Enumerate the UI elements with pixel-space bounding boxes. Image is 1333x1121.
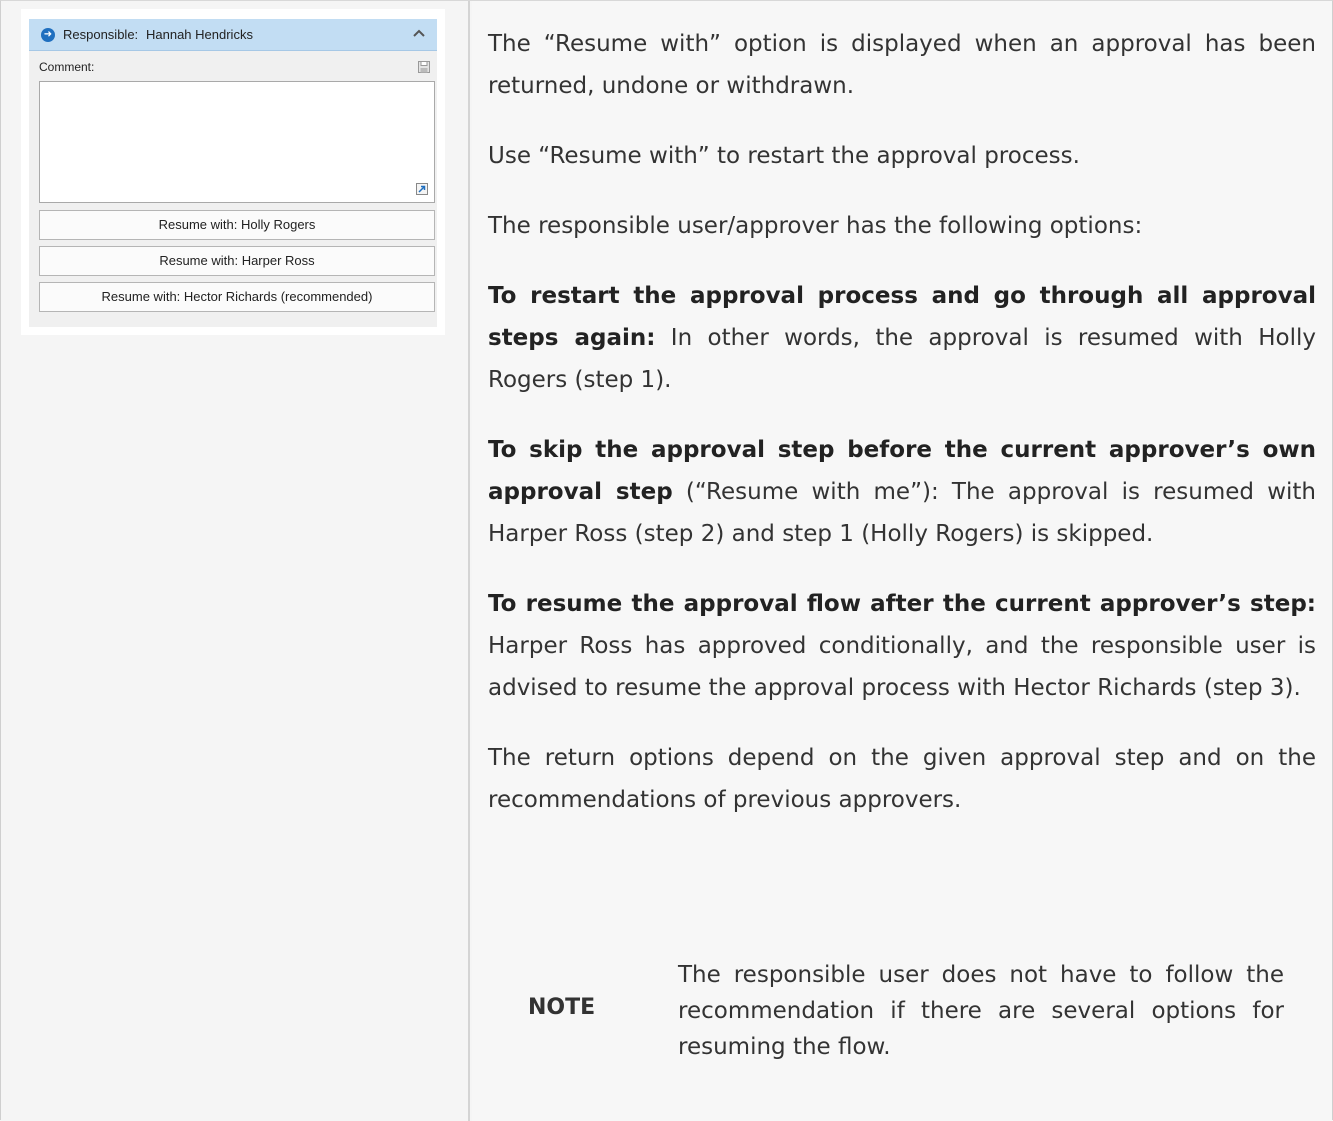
intro-paragraph: The “Resume with” option is displayed wh… — [488, 31, 1316, 99]
option-skip-paragraph: To skip the approval step before the cur… — [488, 429, 1316, 555]
responsible-header[interactable]: ➜ Responsible: Hannah Hendricks — [29, 19, 437, 51]
resume-with-harper-ross-button[interactable]: Resume with: Harper Ross — [39, 246, 435, 276]
description-column: The “Resume with” option is displayed wh… — [472, 1, 1332, 1121]
approval-panel-screenshot: ➜ Responsible: Hannah Hendricks Comment: — [21, 9, 445, 335]
save-icon[interactable] — [418, 61, 430, 73]
approval-panel: ➜ Responsible: Hannah Hendricks Comment: — [29, 19, 437, 327]
note-box: NOTE The responsible user does not have … — [488, 957, 1316, 1077]
option-restart-paragraph: To restart the approval process and go t… — [488, 275, 1316, 401]
content-table: ➜ Responsible: Hannah Hendricks Comment: — [0, 0, 1333, 1121]
description-text: The “Resume with” option is displayed wh… — [488, 23, 1316, 849]
screenshot-column: ➜ Responsible: Hannah Hendricks Comment: — [1, 1, 470, 1121]
option-resume-after-heading: To resume the approval flow after the cu… — [488, 591, 1316, 617]
usage-paragraph: Use “Resume with” to restart the approva… — [488, 143, 1080, 169]
arrow-right-circle-icon: ➜ — [41, 28, 55, 42]
expand-icon[interactable] — [416, 183, 428, 195]
comment-input[interactable] — [39, 81, 435, 203]
responsible-name: Hannah Hendricks — [146, 27, 253, 42]
resume-with-holly-rogers-button[interactable]: Resume with: Holly Rogers — [39, 210, 435, 240]
comment-label: Comment: — [39, 60, 95, 74]
chevron-up-icon[interactable] — [413, 29, 425, 37]
option-resume-after-paragraph: To resume the approval flow after the cu… — [488, 583, 1316, 709]
note-label: NOTE — [528, 995, 596, 1020]
responsible-label: Responsible: — [63, 27, 139, 42]
note-text: The responsible user does not have to fo… — [678, 962, 1284, 1060]
resume-with-hector-richards-button[interactable]: Resume with: Hector Richards (recommende… — [39, 282, 435, 312]
option-resume-after-text: Harper Ross has approved conditionally, … — [488, 633, 1316, 701]
options-intro-paragraph: The responsible user/approver has the fo… — [488, 213, 1143, 239]
return-options-paragraph: The return options depend on the given a… — [488, 745, 1316, 813]
